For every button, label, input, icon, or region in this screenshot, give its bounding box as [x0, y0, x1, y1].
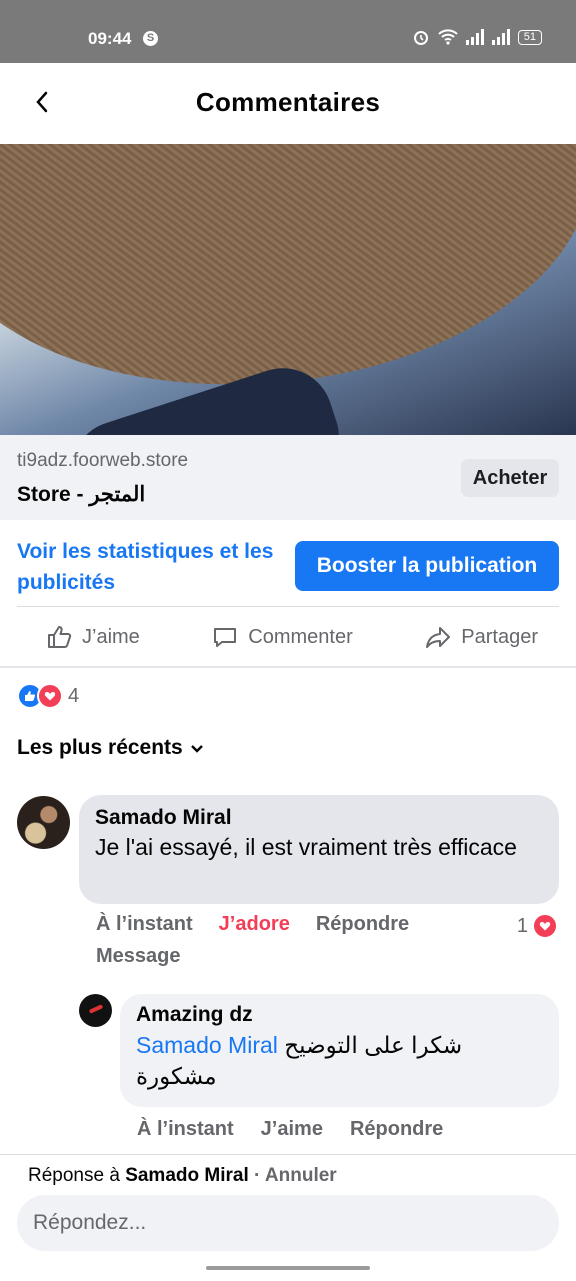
- link-domain: ti9adz.foorweb.store: [17, 450, 189, 471]
- comment-meta: À l’instant J’adore Répondre Message 1: [96, 913, 558, 968]
- love-reaction-icon: [37, 683, 63, 709]
- comment-author[interactable]: Samado Miral: [95, 806, 543, 830]
- divider: [0, 666, 576, 668]
- home-indicator[interactable]: [206, 1266, 370, 1270]
- avatar[interactable]: [17, 796, 70, 849]
- avatar[interactable]: [79, 994, 112, 1027]
- signal-icon: [465, 29, 484, 45]
- sort-label: Les plus récents: [17, 736, 183, 759]
- sync-icon: S: [143, 31, 158, 46]
- comment-author[interactable]: Amazing dz: [136, 1003, 543, 1027]
- buy-button[interactable]: Acheter: [461, 459, 559, 497]
- comment-bubble[interactable]: Samado Miral Je l'ai essayé, il est vrai…: [79, 795, 559, 904]
- chevron-down-icon: [190, 745, 203, 753]
- reply-meta: À l’instant J’aime Répondre: [137, 1118, 443, 1141]
- boost-button[interactable]: Booster la publication: [295, 541, 559, 591]
- reaction-summary[interactable]: 4: [17, 683, 79, 709]
- signal-icon: [491, 29, 510, 45]
- link-title: Store - المتجر: [17, 483, 146, 506]
- comment-icon: [214, 628, 237, 647]
- cancel-reply-button[interactable]: Annuler: [265, 1165, 337, 1186]
- reply-button[interactable]: Répondre: [316, 913, 409, 936]
- message-button[interactable]: Message: [96, 945, 558, 968]
- reply-bubble[interactable]: Amazing dz Samado Miral شكرا على التوضيح…: [120, 994, 559, 1107]
- comment-reaction-count[interactable]: 1: [517, 913, 558, 939]
- thumbs-up-icon: [48, 626, 72, 648]
- share-icon: [426, 627, 451, 648]
- reply-button[interactable]: Répondre: [350, 1118, 443, 1141]
- post-image[interactable]: 0675309646: [0, 144, 576, 435]
- status-icons: 51: [412, 28, 542, 46]
- replying-to: Réponse à Samado Miral · Annuler: [28, 1165, 337, 1186]
- sort-dropdown[interactable]: Les plus récents: [17, 736, 205, 760]
- like-button[interactable]: J’aime: [261, 1118, 323, 1141]
- like-label: J’aime: [82, 625, 140, 648]
- comment-time: À l’instant: [96, 913, 193, 935]
- stats-link[interactable]: Voir les statistiques et les publicités: [17, 536, 277, 598]
- header: Commentaires: [0, 63, 576, 143]
- link-preview[interactable]: ti9adz.foorweb.store Store - المتجر Ache…: [0, 435, 576, 520]
- status-bar: 09:44 S 51: [0, 0, 576, 63]
- like-button[interactable]: J’aime: [45, 623, 140, 651]
- insights-row: Voir les statistiques et les publicités …: [0, 520, 576, 606]
- comment-label: Commenter: [248, 625, 353, 648]
- share-button[interactable]: Partager: [424, 623, 538, 651]
- comment-button[interactable]: Commenter: [211, 623, 353, 651]
- alarm-icon: [413, 31, 428, 45]
- page-title: Commentaires: [195, 87, 381, 117]
- status-time: 09:44: [88, 29, 132, 48]
- wifi-icon: [438, 29, 458, 45]
- reply-composer: Réponse à Samado Miral · Annuler: [0, 1154, 576, 1281]
- comment-time: À l’instant: [137, 1118, 234, 1140]
- comment-text: Samado Miral شكرا على التوضيح مشكورة: [136, 1030, 543, 1092]
- comment-text: Je l'ai essayé, il est vraiment très eff…: [95, 834, 517, 860]
- love-reaction-icon: [532, 913, 558, 939]
- reaction-count: 4: [68, 684, 80, 707]
- battery-icon: 51: [517, 29, 542, 45]
- post-actions: J’aime Commenter Partager: [0, 607, 576, 667]
- reaction-button[interactable]: J’adore: [219, 913, 290, 936]
- mention-link[interactable]: Samado Miral: [136, 1032, 278, 1058]
- reply-input[interactable]: [17, 1195, 559, 1251]
- share-label: Partager: [461, 625, 538, 648]
